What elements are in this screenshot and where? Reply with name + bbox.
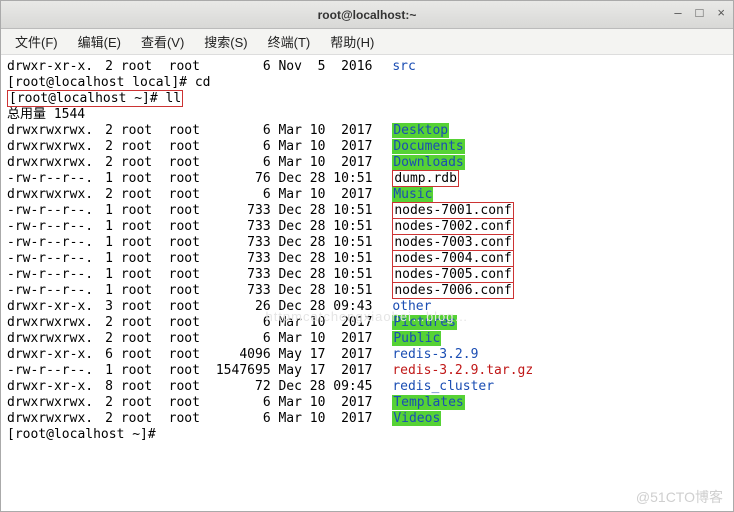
ls-row: -rw-r--r--.1 root root733 Dec 28 10:51 n… [7, 203, 727, 219]
menu-help[interactable]: 帮助(H) [322, 30, 382, 53]
file-name: nodes-7004.conf [392, 250, 513, 267]
terminal-window: root@localhost:~ – □ × 文件(F) 编辑(E) 查看(V)… [0, 0, 734, 512]
file-name: nodes-7005.conf [392, 266, 513, 283]
ls-row: drwxr-xr-x.6 root root4096 May 17 2017 r… [7, 347, 727, 363]
prompt-current[interactable]: [root@localhost ~]# [7, 427, 727, 443]
ls-row: drwxr-xr-x.2 root root6 Nov 5 2016 src [7, 59, 727, 75]
watermark-corner: @51CTO博客 [636, 489, 723, 505]
menu-view[interactable]: 查看(V) [133, 30, 192, 53]
ls-row: drwxrwxrwx.2 root root6 Mar 10 2017 Musi… [7, 187, 727, 203]
ls-row: drwxrwxrwx.2 root root6 Mar 10 2017 Pict… [7, 315, 727, 331]
ls-row: -rw-r--r--.1 root root76 Dec 28 10:51 du… [7, 171, 727, 187]
file-name: nodes-7001.conf [392, 202, 513, 219]
file-name: other [392, 299, 431, 314]
file-name: nodes-7002.conf [392, 218, 513, 235]
menu-edit[interactable]: 编辑(E) [70, 30, 129, 53]
file-name-src: src [392, 59, 415, 74]
ls-row: drwxrwxrwx.2 root root6 Mar 10 2017 Down… [7, 155, 727, 171]
file-name: redis-3.2.9 [392, 347, 478, 362]
file-name: Music [392, 187, 433, 202]
file-name: Videos [392, 411, 441, 426]
ls-row: drwxrwxrwx.2 root root6 Mar 10 2017 Temp… [7, 395, 727, 411]
menu-terminal[interactable]: 终端(T) [260, 30, 319, 53]
close-button[interactable]: × [717, 5, 725, 20]
file-name: dump.rdb [392, 170, 459, 187]
file-name: Desktop [392, 123, 449, 138]
menubar: 文件(F) 编辑(E) 查看(V) 搜索(S) 终端(T) 帮助(H) [1, 29, 733, 55]
window-title: root@localhost:~ [318, 8, 417, 22]
file-name: redis-3.2.9.tar.gz [392, 363, 533, 378]
ls-row: -rw-r--r--.1 root root733 Dec 28 10:51 n… [7, 235, 727, 251]
ls-row: -rw-r--r--.1 root root733 Dec 28 10:51 n… [7, 283, 727, 299]
window-controls: – □ × [674, 5, 725, 20]
file-name: nodes-7003.conf [392, 234, 513, 251]
ls-row: drwxr-xr-x.3 root root26 Dec 28 09:43 ot… [7, 299, 727, 315]
file-name: Pictures [392, 315, 457, 330]
file-name: redis_cluster [392, 379, 494, 394]
file-name: Public [392, 331, 441, 346]
prompt-ll: [root@localhost ~]# ll [7, 91, 727, 107]
boxed-prompt: [root@localhost ~]# ll [7, 90, 183, 107]
terminal-output[interactable]: httpmcatchengxiaohei…blog…@51CTO博客drwxr-… [1, 55, 733, 511]
total-line: 总用量 1544 [7, 107, 727, 123]
ls-row: -rw-r--r--.1 root root733 Dec 28 10:51 n… [7, 251, 727, 267]
menu-file[interactable]: 文件(F) [7, 30, 66, 53]
file-name: Documents [392, 139, 464, 154]
maximize-button[interactable]: □ [696, 5, 704, 20]
ls-row: -rw-r--r--.1 root root1547695 May 17 201… [7, 363, 727, 379]
ls-row: drwxrwxrwx.2 root root6 Mar 10 2017 Vide… [7, 411, 727, 427]
titlebar: root@localhost:~ – □ × [1, 1, 733, 29]
ls-row: drwxr-xr-x.8 root root72 Dec 28 09:45 re… [7, 379, 727, 395]
prompt-cd: [root@localhost local]# cd [7, 75, 727, 91]
file-name: Downloads [392, 155, 464, 170]
file-name: Templates [392, 395, 464, 410]
ls-row: drwxrwxrwx.2 root root6 Mar 10 2017 Docu… [7, 139, 727, 155]
ls-row: -rw-r--r--.1 root root733 Dec 28 10:51 n… [7, 219, 727, 235]
ls-row: -rw-r--r--.1 root root733 Dec 28 10:51 n… [7, 267, 727, 283]
minimize-button[interactable]: – [674, 5, 681, 20]
ls-row: drwxrwxrwx.2 root root6 Mar 10 2017 Publ… [7, 331, 727, 347]
menu-search[interactable]: 搜索(S) [196, 30, 255, 53]
ls-row: drwxrwxrwx.2 root root6 Mar 10 2017 Desk… [7, 123, 727, 139]
file-name: nodes-7006.conf [392, 282, 513, 299]
